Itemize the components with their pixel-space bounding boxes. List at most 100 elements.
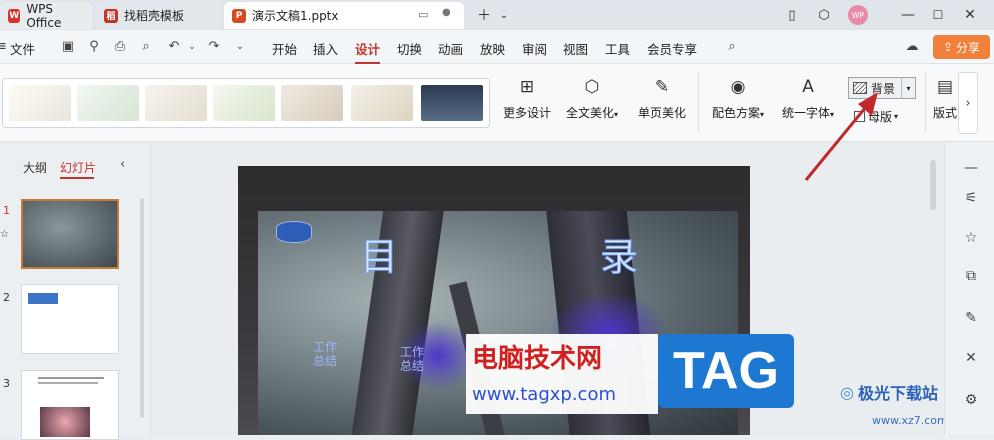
menu-design[interactable]: 设计 (355, 39, 381, 64)
tab-document[interactable]: P 演示文稿1.pptx ▭ ● (224, 2, 464, 29)
menu-file[interactable]: 文件 (10, 39, 35, 58)
palette-icon: ◉ (730, 77, 746, 97)
divider (698, 72, 699, 132)
template-store-icon: 稻 (104, 8, 118, 23)
magic-page-icon: ✎ (654, 77, 670, 97)
menu-bar: ≡ 文件 ▣ ⚲ ⎙ ⌕ ↶ ⌄ ↷ ⌄ 开始 插入 设计 切换 动画 放映 审… (0, 30, 994, 64)
full-beautify-button[interactable]: ⬡ 全文美化▾ (566, 76, 618, 121)
slide-title-left[interactable]: 目 (359, 226, 398, 281)
template-thumb[interactable] (281, 85, 343, 121)
text-line (38, 377, 104, 379)
tab-underline (60, 177, 94, 179)
panel-scrollbar[interactable] (140, 198, 144, 418)
brand-logo: ◎ 极光下载站 (840, 382, 938, 404)
color-scheme-button[interactable]: ◉ 配色方案▾ (712, 76, 764, 121)
design-template-gallery (2, 78, 490, 128)
more-design-button[interactable]: ⊞ 更多设计 (503, 76, 551, 121)
box-icon[interactable]: ⬡ (812, 4, 836, 26)
menu-start[interactable]: 开始 (272, 39, 297, 58)
hamburger-icon[interactable]: ≡ (0, 39, 7, 55)
template-thumb[interactable] (145, 85, 207, 121)
single-beautify-button[interactable]: ✎ 单页美化 (638, 76, 686, 121)
presentation-icon: P (232, 8, 246, 23)
slide-panel: 大纲 幻灯片 ‹ 1 ☆ 2 3 (0, 143, 151, 440)
slide-number: 3 (3, 377, 10, 390)
menu-insert[interactable]: 插入 (313, 39, 338, 58)
tab-label: WPS Office (26, 1, 62, 30)
tab-list-chevron-icon[interactable]: ⌄ (492, 4, 516, 26)
cloud-chat-icon[interactable]: ☁ (904, 39, 920, 55)
template-thumb[interactable] (421, 85, 483, 121)
star-icon: ☆ (0, 229, 9, 240)
layout-button[interactable]: ▤ 版式 (933, 76, 957, 121)
redo-icon[interactable]: ↷ (206, 39, 222, 55)
template-thumb[interactable] (77, 85, 139, 121)
save-icon[interactable]: ▣ (60, 39, 76, 55)
more-chevron-icon[interactable]: ⌄ (232, 39, 248, 55)
right-toolbar: — ⚟ ☆ ⧉ ✎ ✕ ⚙ (944, 143, 994, 435)
slide-title-right[interactable]: 录 (599, 226, 638, 281)
avatar[interactable]: WP (846, 4, 870, 26)
template-thumb[interactable] (9, 85, 71, 121)
slide-text-2[interactable]: 工作 总结 (400, 345, 424, 373)
edit-icon[interactable]: ✎ (962, 309, 980, 327)
slide-thumbnail-3[interactable] (21, 370, 119, 440)
tab-label: 找稻壳模板 (124, 9, 185, 23)
sliders-icon[interactable]: ⚟ (962, 189, 980, 207)
settings-icon[interactable]: ⚙ (962, 391, 980, 409)
title-bar: W WPS Office 稻 找稻壳模板 P 演示文稿1.pptx ▭ ● ＋ … (0, 0, 994, 30)
undo-dropdown-icon[interactable]: ⌄ (184, 39, 200, 55)
slide-thumbnail-2[interactable] (21, 284, 119, 354)
minimize-icon[interactable]: — (896, 4, 920, 26)
link-icon[interactable]: ⚲ (86, 39, 102, 55)
annotation-arrow (804, 92, 878, 181)
slide-thumbnail-1[interactable] (21, 199, 119, 269)
cylinder-shape[interactable] (276, 221, 312, 243)
share-button[interactable]: ⇪ 分享 (933, 35, 990, 59)
ribbon-scroll-right-icon[interactable]: › (958, 72, 978, 134)
menu-view[interactable]: 视图 (563, 39, 588, 58)
background-dropdown-icon[interactable]: ▾ (901, 78, 915, 98)
flower-image (40, 407, 90, 437)
star-icon[interactable]: ☆ (962, 229, 980, 247)
slide-number: 1 (3, 204, 10, 217)
tab-slides[interactable]: 幻灯片 (60, 159, 96, 176)
tools-icon[interactable]: ✕ (962, 349, 980, 367)
tab-template[interactable]: 稻 找稻壳模板 (96, 2, 220, 29)
maximize-icon[interactable]: ☐ (926, 4, 950, 26)
tab-label: 演示文稿1.pptx (252, 9, 339, 23)
menu-slideshow[interactable]: 放映 (480, 39, 505, 58)
copy-icon[interactable]: ⧉ (962, 267, 980, 285)
wps-logo-icon: W (8, 8, 21, 23)
print-icon[interactable]: ⎙ (112, 39, 128, 55)
collapse-panel-icon[interactable]: ‹ (120, 157, 125, 172)
minus-icon[interactable]: — (962, 159, 980, 177)
menu-animation[interactable]: 动画 (438, 39, 463, 58)
print-preview-icon[interactable]: ⌕ (138, 39, 154, 55)
window-layout-icon[interactable]: ▯ (780, 4, 804, 26)
unsaved-dot-icon: ● (442, 7, 451, 18)
canvas-scrollbar[interactable] (930, 160, 936, 210)
cube-icon: ⬡ (584, 77, 600, 97)
text-line (38, 382, 98, 384)
monitor-icon[interactable]: ▭ (418, 8, 428, 21)
close-icon[interactable]: ✕ (958, 4, 982, 26)
watermark-panel: 电脑技术网 www.tagxp.com (466, 334, 658, 414)
menu-transition[interactable]: 切换 (397, 39, 422, 58)
watermark-title: 电脑技术网 (472, 344, 603, 374)
template-thumb[interactable] (213, 85, 275, 121)
menu-member[interactable]: 会员专享 (647, 39, 697, 58)
layout-icon: ▤ (936, 77, 954, 97)
tab-outline[interactable]: 大纲 (23, 159, 47, 176)
menu-tools[interactable]: 工具 (605, 39, 630, 58)
tag-logo: TAG (658, 334, 794, 408)
brand-url: www.xz7.com (872, 414, 948, 427)
watermark-url: www.tagxp.com (472, 384, 616, 405)
tab-wps-office[interactable]: W WPS Office (0, 1, 92, 30)
template-thumb[interactable] (351, 85, 413, 121)
menu-review[interactable]: 审阅 (522, 39, 547, 58)
search-icon[interactable]: ⌕ (724, 39, 740, 55)
slide-text-1[interactable]: 工作 总结 (313, 340, 337, 368)
undo-icon[interactable]: ↶ (166, 39, 182, 55)
shape (28, 293, 58, 304)
